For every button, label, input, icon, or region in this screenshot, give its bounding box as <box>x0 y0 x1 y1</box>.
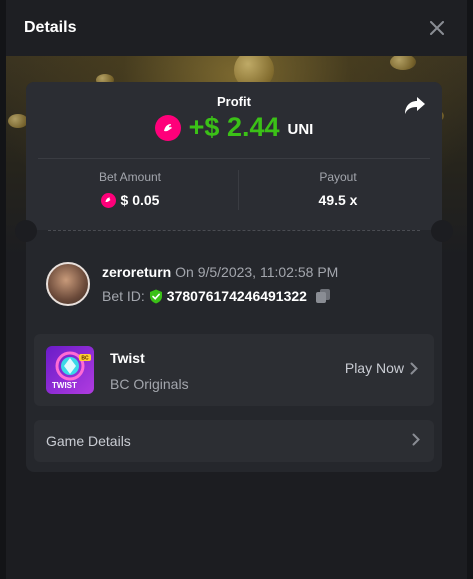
payout-value: 49.5 x <box>318 192 358 208</box>
play-now-label: Play Now <box>344 360 404 376</box>
profit-label: Profit <box>217 94 251 109</box>
copy-button[interactable] <box>315 288 331 304</box>
payout-label: Payout <box>319 170 357 184</box>
bet-datetime: On 9/5/2023, 11:02:58 PM <box>175 264 339 280</box>
profit-summary: Profit +$ 2.44 UNI Bet Amount $ 0.05 Pay… <box>26 82 442 230</box>
game-thumb-tag: BC <box>81 356 89 362</box>
uni-token-icon <box>100 192 116 208</box>
modal-header: Details <box>6 0 467 56</box>
shield-check-icon <box>149 289 162 303</box>
user-line: zeroreturn On 9/5/2023, 11:02:58 PM <box>102 264 338 280</box>
ticket-notch-left <box>15 220 37 242</box>
bet-id-line: Bet ID: 378076174246491322 <box>102 288 338 304</box>
play-now-button[interactable]: Play Now <box>345 360 418 376</box>
username[interactable]: zeroreturn <box>102 264 171 280</box>
modal-title: Details <box>24 19 77 36</box>
bet-amount-value: $ 0.05 <box>120 192 160 208</box>
ticket-dashed-divider <box>48 230 420 231</box>
game-thumb-label: TWIST <box>52 381 77 390</box>
user-info: zeroreturn On 9/5/2023, 11:02:58 PM Bet … <box>102 264 338 306</box>
bet-id-value: 378076174246491322 <box>166 288 307 304</box>
game-name: Twist <box>110 350 145 366</box>
game-provider: BC Originals <box>110 376 189 392</box>
close-button[interactable] <box>425 16 449 40</box>
uni-token-icon <box>154 114 181 141</box>
bet-details-card: Profit +$ 2.44 UNI Bet Amount $ 0.05 Pay… <box>15 82 453 472</box>
bet-amount-label: Bet Amount <box>98 170 162 184</box>
share-button[interactable] <box>404 96 428 120</box>
bet-id-label: Bet ID: <box>102 288 145 304</box>
summary-divider <box>38 158 430 159</box>
profit-row: +$ 2.44 UNI <box>26 112 442 143</box>
details-modal: Details Profit +$ 2.44 UNI Bet Amount $ … <box>0 0 473 579</box>
ticket-notch-right <box>431 220 453 242</box>
game-play-row[interactable]: BC TWIST Twist BC Originals Play Now <box>34 334 434 406</box>
avatar[interactable] <box>46 262 90 306</box>
close-icon <box>430 21 444 35</box>
share-icon <box>405 97 425 114</box>
payout-stat: Payout 49.5 x <box>234 170 442 208</box>
bet-amount-stat: Bet Amount $ 0.05 <box>26 170 234 208</box>
chevron-right-icon <box>410 362 418 374</box>
game-thumbnail: BC TWIST <box>46 346 94 394</box>
profit-unit: UNI <box>287 121 314 138</box>
chevron-right-icon <box>412 433 420 446</box>
bet-amount-value-row: $ 0.05 <box>26 192 234 208</box>
game-details-label: Game Details <box>46 433 131 449</box>
bet-user-row: zeroreturn On 9/5/2023, 11:02:58 PM Bet … <box>46 262 338 306</box>
game-details-row[interactable]: Game Details <box>34 420 434 462</box>
copy-icon <box>315 289 330 303</box>
profit-value: +$ 2.44 <box>188 112 280 142</box>
